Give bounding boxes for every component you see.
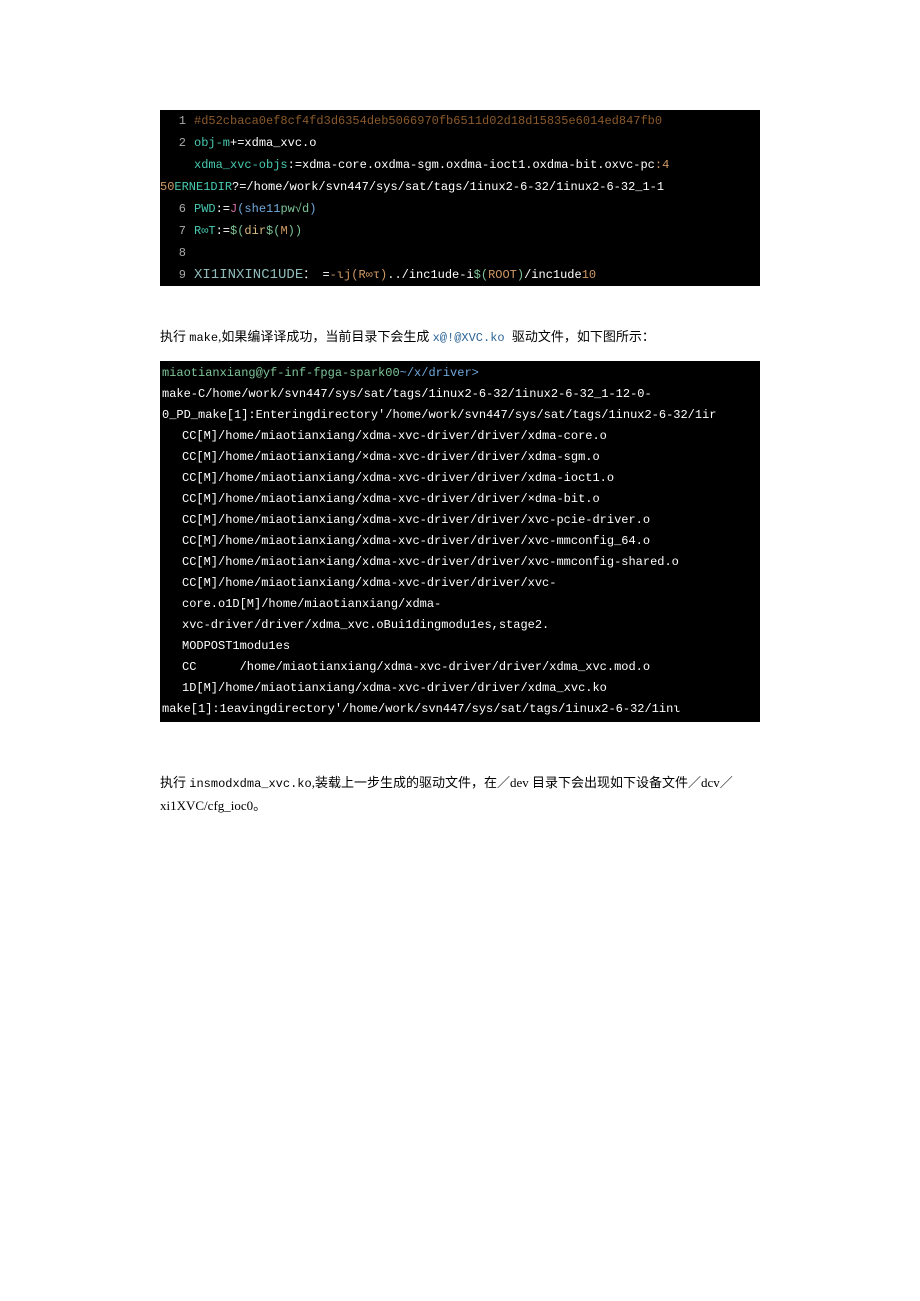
term-line: CC /home/miaotianxiang/xdma-xvc-driver/d… — [160, 657, 760, 678]
op: := — [216, 224, 230, 238]
flag: -ιj(R∞τ) — [330, 268, 388, 282]
term-line: CC[M]/home/miaotianxiang/xdma-xvc-driver… — [160, 531, 760, 552]
text: ,如果编译译成功，当前目录下会生成 — [218, 329, 433, 344]
op: := — [216, 202, 230, 216]
term-line: CC[M]/home/miaotianxiang/xdma-xvc-driver… — [160, 573, 760, 615]
term-line: xvc-driver/driver/xdma_xvc.oBui1dingmodu… — [160, 615, 760, 636]
term-line: 0_PD_make[1]:Enteringdirectory'/home/wor… — [160, 405, 760, 426]
user-host: miaotianxiang@yf-inf-fpga-spark00 — [162, 366, 400, 380]
code-line: 8 — [160, 242, 760, 264]
paren: )) — [288, 224, 302, 238]
term-prompt-line: miaotianxiang@yf-inf-fpga-spark00~/x/dri… — [160, 363, 760, 384]
path: ../inc1ude-i — [387, 268, 473, 282]
code-comment: #d52cbaca0ef8cf4fd3d6354deb5066970fb6511… — [194, 110, 662, 132]
cmd: pw√d — [280, 202, 309, 216]
dollar: $( — [230, 224, 244, 238]
code-text: R∞T:=$(dir$(M)) — [194, 220, 302, 242]
paren: ) — [309, 202, 316, 216]
term-line: 1D[M]/home/miaotianxiang/xdma-xvc-driver… — [160, 678, 760, 699]
text: 执行 — [160, 775, 189, 790]
term-line: CC[M]/home/miaotianxiang/×dma-xvc-driver… — [160, 447, 760, 468]
code-line: 9 XI1INXINC1UDE： =-ιj(R∞τ)../inc1ude-i$(… — [160, 264, 760, 286]
number: :4 — [655, 158, 669, 172]
text: 驱动文件，如下图所示： — [512, 329, 655, 344]
assignment: :=xdma-core.oxdma-sgm.oxdma-ioct1.oxdma-… — [288, 158, 655, 172]
line-number: 1 — [160, 110, 194, 132]
paragraph-insmod: 执行 insmodxdma_xvc.ko,装载上一步生成的驱动文件，在／dev … — [160, 772, 760, 817]
path: /inc1ude — [524, 268, 582, 282]
command-make: make — [189, 331, 218, 345]
line-number: 6 — [160, 198, 194, 220]
term-line: MODPOST1modu1es — [160, 636, 760, 657]
var-name: ERNE1DIR — [174, 180, 232, 194]
code-text: xdma_xvc-objs:=xdma-core.oxdma-sgm.oxdma… — [194, 154, 669, 176]
makefile-code-block: 1 #d52cbaca0ef8cf4fd3d6354deb5066970fb65… — [160, 110, 760, 286]
line-number: 7 — [160, 220, 194, 242]
dollar: $( — [266, 224, 280, 238]
paragraph-make-result: 执行 make,如果编译译成功，当前目录下会生成 x@!@XVC.ko 驱动文件… — [160, 326, 760, 349]
assignment: +=xdma_xvc.o — [230, 136, 316, 150]
line-number: 2 — [160, 132, 194, 154]
var-name: R∞T — [194, 224, 216, 238]
terminal-output: miaotianxiang@yf-inf-fpga-spark00~/x/dri… — [160, 361, 760, 722]
term-line: CC[M]/home/miaotianxiang/xdma-xvc-driver… — [160, 510, 760, 531]
var-name: obj-m — [194, 136, 230, 150]
output-filename: x@!@XVC.ko — [433, 331, 512, 345]
var: ROOT — [488, 268, 517, 282]
var-name: PWD — [194, 202, 216, 216]
page-content: 1 #d52cbaca0ef8cf4fd3d6354deb5066970fb65… — [0, 0, 920, 869]
term-line: CC[M]/home/miaotianxiang/xdma-xvc-driver… — [160, 426, 760, 447]
keyword: (she11 — [237, 202, 280, 216]
var: M — [280, 224, 287, 238]
term-line: make-C/home/work/svn447/sys/sat/tags/1in… — [160, 384, 760, 405]
code-line: 6 PWD:=J(she11pw√d) — [160, 198, 760, 220]
code-text: PWD:=J(she11pw√d) — [194, 198, 316, 220]
eq: = — [322, 268, 329, 282]
code-line: 50ERNE1DIR?=/home/work/svn447/sys/sat/ta… — [160, 176, 760, 198]
func-name: XI1INXINC1UDE — [194, 267, 303, 283]
line-number: 8 — [160, 242, 194, 264]
func: dir — [244, 224, 266, 238]
command-insmod: insmodxdma_xvc.ko — [189, 777, 311, 791]
code-text: obj-m+=xdma_xvc.o — [194, 132, 316, 154]
line-number: 9 — [160, 264, 194, 286]
colon: ： — [303, 268, 315, 282]
text: 执行 — [160, 329, 189, 344]
code-line: 1 #d52cbaca0ef8cf4fd3d6354deb5066970fb65… — [160, 110, 760, 132]
code-line: 7 R∞T:=$(dir$(M)) — [160, 220, 760, 242]
code-line: 2 obj-m+=xdma_xvc.o — [160, 132, 760, 154]
dollar: $( — [474, 268, 488, 282]
paren: ) — [517, 268, 524, 282]
number: 10 — [582, 268, 596, 282]
term-line: make[1]:1eavingdirectory'/home/work/svn4… — [160, 699, 760, 720]
cwd-prompt: ~/x/driver> — [400, 366, 479, 380]
code-text: XI1INXINC1UDE： =-ιj(R∞τ)../inc1ude-i$(RO… — [194, 264, 596, 286]
term-line: CC[M]/home/miaotianxiang/xdma-xvc-driver… — [160, 468, 760, 489]
number: 50 — [160, 180, 174, 194]
code-line: xdma_xvc-objs:=xdma-core.oxdma-sgm.oxdma… — [160, 154, 760, 176]
path: ?=/home/work/svn447/sys/sat/tags/1inux2-… — [232, 180, 664, 194]
term-line: CC[M]/home/miaotianxiang/xdma-xvc-driver… — [160, 489, 760, 510]
var-name: xdma_xvc-objs — [194, 158, 288, 172]
term-line: CC[M]/home/miaotian×iang/xdma-xvc-driver… — [160, 552, 760, 573]
code-text — [194, 242, 201, 264]
code-text: 50ERNE1DIR?=/home/work/svn447/sys/sat/ta… — [160, 176, 664, 198]
